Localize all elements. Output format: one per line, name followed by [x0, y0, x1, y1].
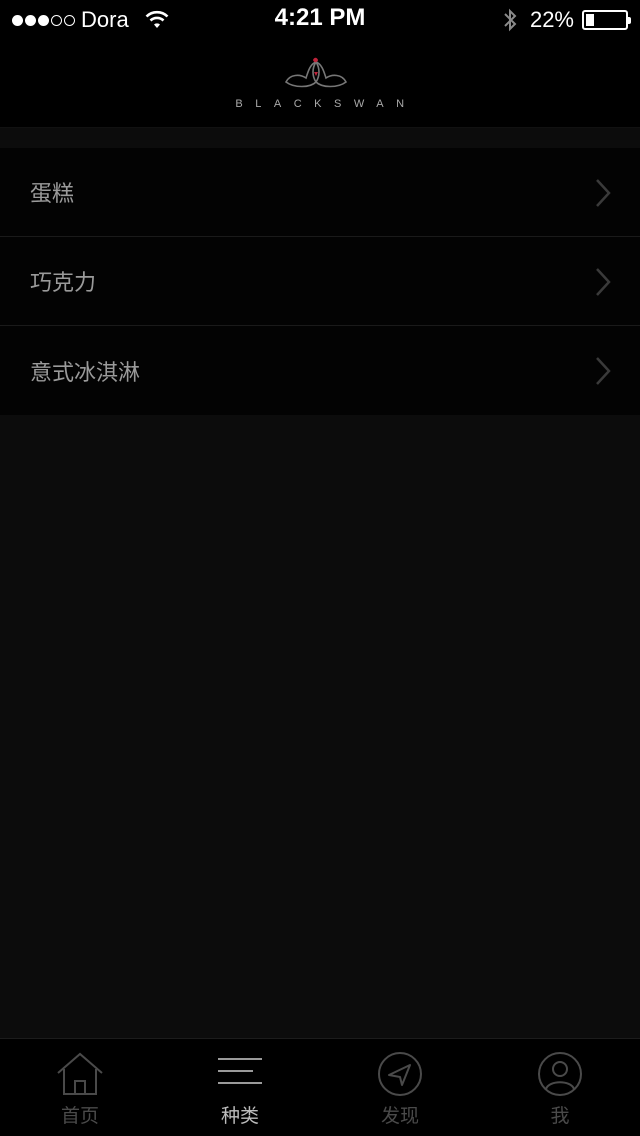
app-header: BLACKSWAN [0, 40, 640, 128]
chevron-right-icon [596, 357, 611, 385]
chevron-right-icon [596, 268, 611, 296]
bluetooth-icon [504, 8, 517, 32]
tab-categories[interactable]: 种类 [160, 1039, 320, 1136]
logo-wordmark: BLACKSWAN [235, 98, 417, 110]
category-item-gelato[interactable]: 意式冰淇淋 [0, 326, 640, 415]
menu-lines-icon [218, 1058, 262, 1084]
status-bar: Dora 4:21 PM 22% [0, 0, 640, 40]
header-spacer [0, 128, 640, 148]
tab-label: 发现 [380, 1105, 419, 1127]
category-item-label: 巧克力 [30, 271, 97, 296]
tab-label: 种类 [220, 1105, 259, 1127]
battery-percentage: 22% [529, 7, 574, 32]
user-profile-icon [538, 1052, 582, 1096]
tab-label: 我 [550, 1105, 570, 1127]
category-item-label: 蛋糕 [30, 182, 75, 207]
tab-discover[interactable]: 发现 [320, 1039, 480, 1136]
category-item-label: 意式冰淇淋 [30, 360, 141, 386]
chevron-right-icon [596, 179, 611, 207]
category-item-cake[interactable]: 蛋糕 [0, 148, 640, 237]
battery-icon [582, 10, 631, 30]
category-item-chocolate[interactable]: 巧克力 [0, 237, 640, 326]
battery-level-fill [586, 14, 594, 26]
black-swan-logo-icon [284, 57, 348, 88]
tab-label: 首页 [60, 1105, 99, 1127]
tab-home[interactable]: 首页 [0, 1039, 160, 1136]
bottom-tab-bar: 首页 种类 发现 我 [0, 1038, 640, 1136]
status-right: 22% [502, 6, 631, 34]
tab-me[interactable]: 我 [480, 1039, 640, 1136]
category-list: 蛋糕 巧克力 意式冰淇淋 [0, 148, 640, 415]
compass-navigation-icon [378, 1052, 422, 1096]
home-icon [57, 1052, 103, 1095]
